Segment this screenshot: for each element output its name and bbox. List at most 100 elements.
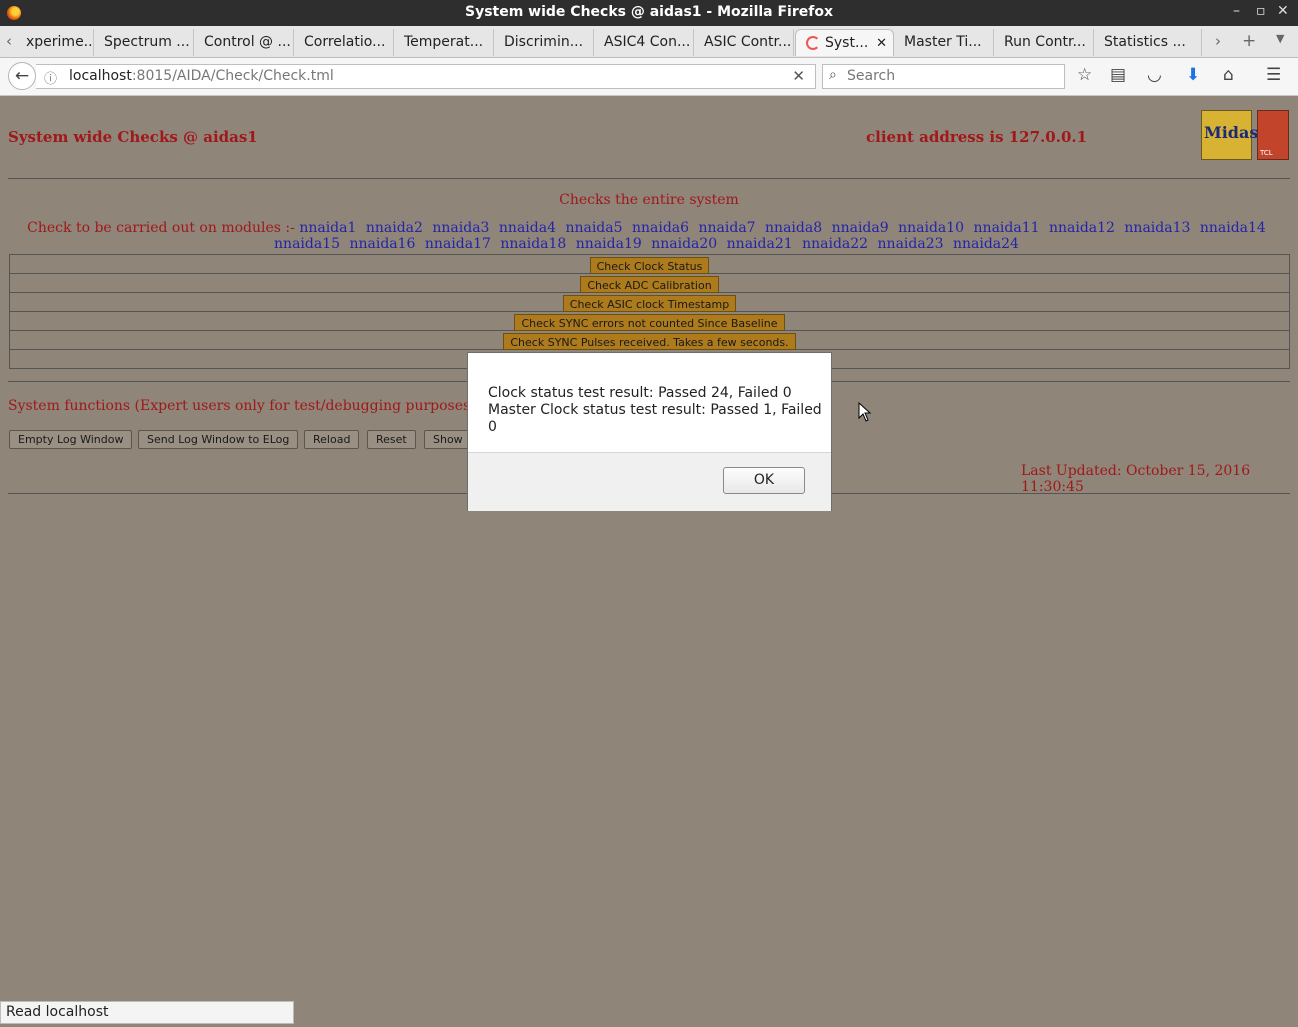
tab-label: Run Contr... bbox=[1004, 34, 1086, 50]
tab-label: xperime... bbox=[26, 34, 94, 50]
modules-list: Check to be carried out on modules :- nn… bbox=[10, 220, 1288, 252]
module-link[interactable]: nnaida16 bbox=[349, 236, 415, 252]
tab-label: ASIC4 Con... bbox=[604, 34, 691, 50]
tab-control[interactable]: Control @ ... bbox=[194, 29, 294, 56]
tab-correlation[interactable]: Correlatio... bbox=[294, 29, 394, 56]
tab-temperature[interactable]: Temperat... bbox=[394, 29, 494, 56]
midas-logo: Midas bbox=[1201, 110, 1258, 160]
reset-button[interactable]: Reset bbox=[367, 430, 416, 449]
module-link[interactable]: nnaida3 bbox=[432, 220, 489, 236]
table-row: Check Clock Status bbox=[9, 255, 1290, 274]
site-info-icon[interactable]: ⓘ bbox=[44, 68, 57, 87]
module-link[interactable]: nnaida17 bbox=[425, 236, 491, 252]
search-placeholder: Search bbox=[847, 68, 896, 84]
tab-scroll-right-icon[interactable]: › bbox=[1215, 32, 1221, 50]
minimize-icon[interactable]: – bbox=[1233, 3, 1240, 19]
tab-label: Control @ ... bbox=[204, 34, 291, 50]
check-adc-calibration-button[interactable]: Check ADC Calibration bbox=[580, 276, 719, 293]
empty-log-window-button[interactable]: Empty Log Window bbox=[9, 430, 133, 449]
module-link[interactable]: nnaida6 bbox=[632, 220, 689, 236]
system-functions-label: System functions (Expert users only for … bbox=[8, 398, 493, 414]
module-link[interactable]: nnaida5 bbox=[565, 220, 622, 236]
module-link[interactable]: nnaida1 bbox=[299, 220, 356, 236]
module-link[interactable]: nnaida19 bbox=[576, 236, 642, 252]
tab-asic-control[interactable]: ASIC Contr... bbox=[694, 29, 794, 56]
tab-discriminator[interactable]: Discrimin... bbox=[494, 29, 594, 56]
search-icon: ⌕ bbox=[829, 67, 837, 83]
close-tab-icon[interactable]: ✕ bbox=[876, 30, 887, 56]
alert-dialog: Clock status test result: Passed 24, Fai… bbox=[467, 352, 832, 511]
check-clock-status-button[interactable]: Check Clock Status bbox=[589, 257, 710, 274]
show-button[interactable]: Show bbox=[424, 430, 470, 449]
table-row: Check ADC Calibration bbox=[9, 274, 1290, 293]
module-link[interactable]: nnaida7 bbox=[699, 220, 756, 236]
tab-run-control[interactable]: Run Contr... bbox=[994, 29, 1094, 56]
new-tab-icon[interactable]: + bbox=[1242, 31, 1256, 51]
tab-asic4-control[interactable]: ASIC4 Con... bbox=[594, 29, 694, 56]
window-titlebar: System wide Checks @ aidas1 - Mozilla Fi… bbox=[0, 0, 1298, 26]
module-link[interactable]: nnaida24 bbox=[953, 236, 1019, 252]
module-link[interactable]: nnaida23 bbox=[878, 236, 944, 252]
downloads-icon[interactable]: ⬇ bbox=[1186, 65, 1200, 85]
tab-experiment[interactable]: xperime... bbox=[18, 29, 94, 56]
module-link[interactable]: nnaida21 bbox=[727, 236, 793, 252]
tab-list-chevron-down-icon[interactable]: ▼ bbox=[1276, 32, 1284, 45]
url-bar[interactable]: ⓘ localhost:8015/AIDA/Check/Check.tml ✕ bbox=[36, 64, 816, 89]
check-sync-errors-button[interactable]: Check SYNC errors not counted Since Base… bbox=[514, 314, 785, 331]
module-link[interactable]: nnaida12 bbox=[1049, 220, 1115, 236]
dialog-message: Clock status test result: Passed 24, Fai… bbox=[488, 385, 831, 436]
dialog-footer: OK bbox=[468, 452, 831, 511]
module-link[interactable]: nnaida18 bbox=[500, 236, 566, 252]
clock-status-result: Clock status test result: Passed 24, Fai… bbox=[488, 385, 792, 401]
tab-label: Master Ti... bbox=[904, 34, 982, 50]
tab-master-timing[interactable]: Master Ti... bbox=[894, 29, 994, 56]
reading-list-icon[interactable]: ▤ bbox=[1110, 65, 1126, 85]
close-window-icon[interactable]: ✕ bbox=[1277, 3, 1289, 19]
tab-spectrum[interactable]: Spectrum ... bbox=[94, 29, 194, 56]
tab-system-checks[interactable]: Syst... ✕ bbox=[795, 29, 894, 56]
stop-loading-icon[interactable]: ✕ bbox=[792, 67, 805, 85]
home-icon[interactable]: ⌂ bbox=[1223, 65, 1234, 85]
tab-label: Syst... bbox=[825, 35, 869, 51]
module-link[interactable]: nnaida14 bbox=[1200, 220, 1266, 236]
tab-scroll-left-icon[interactable]: ‹ bbox=[6, 32, 12, 50]
module-link[interactable]: nnaida9 bbox=[832, 220, 889, 236]
module-link[interactable]: nnaida11 bbox=[974, 220, 1040, 236]
tcl-logo-text: TCL bbox=[1260, 149, 1273, 157]
table-row: Check SYNC errors not counted Since Base… bbox=[9, 312, 1290, 331]
module-link[interactable]: nnaida4 bbox=[499, 220, 556, 236]
divider bbox=[8, 178, 1290, 179]
module-link[interactable]: nnaida15 bbox=[274, 236, 340, 252]
tab-label: Correlatio... bbox=[304, 34, 386, 50]
reload-button[interactable]: Reload bbox=[304, 430, 360, 449]
tcl-logo: TCL bbox=[1257, 110, 1289, 160]
back-button[interactable]: ← bbox=[8, 62, 36, 90]
status-bar: Read localhost bbox=[0, 1001, 294, 1024]
loading-spinner-icon bbox=[806, 36, 820, 50]
menu-hamburger-icon[interactable]: ☰ bbox=[1266, 65, 1281, 85]
modules-prefix: Check to be carried out on modules :- bbox=[27, 220, 295, 236]
bookmark-star-icon[interactable]: ☆ bbox=[1077, 65, 1092, 85]
module-link[interactable]: nnaida20 bbox=[651, 236, 717, 252]
ok-button[interactable]: OK bbox=[723, 467, 805, 494]
send-log-to-elog-button[interactable]: Send Log Window to ELog bbox=[138, 430, 299, 449]
tab-label: Statistics ... bbox=[1104, 34, 1186, 50]
pocket-icon[interactable]: ◡ bbox=[1147, 65, 1162, 85]
midas-logo-text: Midas bbox=[1204, 123, 1259, 142]
module-link[interactable]: nnaida10 bbox=[898, 220, 964, 236]
tab-label: Discrimin... bbox=[504, 34, 584, 50]
check-asic-clock-timestamp-button[interactable]: Check ASIC clock Timestamp bbox=[562, 295, 737, 312]
url-text: localhost:8015/AIDA/Check/Check.tml bbox=[69, 68, 334, 84]
table-row: Check SYNC Pulses received. Takes a few … bbox=[9, 331, 1290, 350]
tab-label: ASIC Contr... bbox=[704, 34, 792, 50]
module-link[interactable]: nnaida13 bbox=[1124, 220, 1190, 236]
module-link[interactable]: nnaida22 bbox=[802, 236, 868, 252]
search-input[interactable]: ⌕ Search bbox=[822, 64, 1065, 89]
module-link[interactable]: nnaida2 bbox=[366, 220, 423, 236]
check-sync-pulses-button[interactable]: Check SYNC Pulses received. Takes a few … bbox=[503, 333, 796, 350]
tab-statistics[interactable]: Statistics ... bbox=[1094, 29, 1202, 56]
module-link[interactable]: nnaida8 bbox=[765, 220, 822, 236]
page-content: System wide Checks @ aidas1 client addre… bbox=[0, 96, 1298, 1027]
navigation-bar: ⓘ localhost:8015/AIDA/Check/Check.tml ✕ … bbox=[0, 58, 1298, 96]
maximize-icon[interactable]: ▫ bbox=[1256, 3, 1266, 19]
